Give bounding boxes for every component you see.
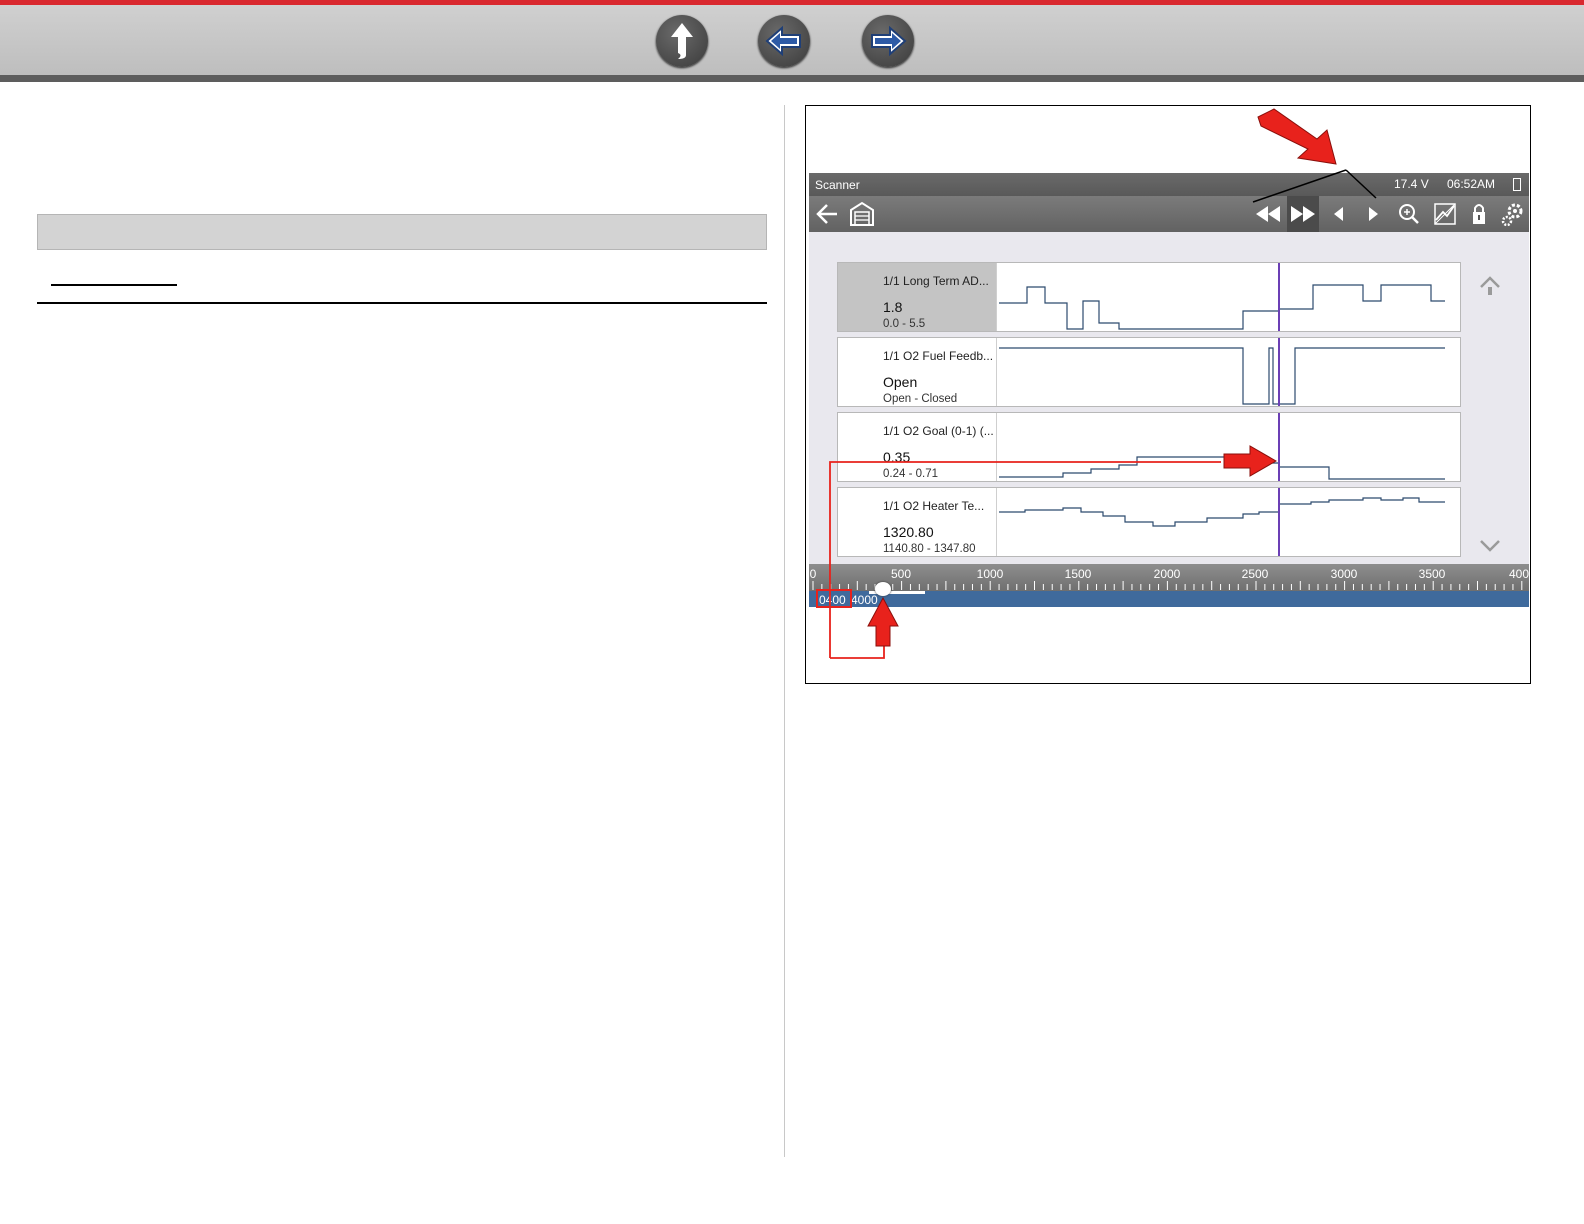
pid-label-panel: 1/1 O2 Fuel Feedb... Open Open - Closed — [838, 338, 997, 406]
voltage-readout: 17.4 V — [1394, 177, 1429, 191]
pid-row-o2-heater-temp[interactable]: 1/1 O2 Heater Te... 1320.80 1140.80 - 13… — [837, 487, 1461, 557]
pid-row-o2-fuel-feedback[interactable]: 1/1 O2 Fuel Feedb... Open Open - Closed — [837, 337, 1461, 407]
callout-connector — [830, 641, 885, 659]
status-bar: Scanner 17.4 V 06:52AM — [809, 173, 1529, 196]
zoom-button[interactable] — [1395, 196, 1423, 232]
pid-value: 0.35 — [883, 449, 911, 465]
ruler-label: 2000 — [1153, 567, 1181, 581]
step-forward-icon — [1369, 207, 1378, 221]
pid-graph — [999, 488, 1445, 556]
back-button[interactable] — [813, 196, 843, 232]
screenshot-figure: Scanner 17.4 V 06:52AM 1/1 Long Term AD.… — [805, 105, 1531, 684]
column-divider — [784, 105, 785, 1157]
accent-stripe — [0, 0, 1584, 5]
table-header-bar — [37, 214, 767, 250]
position-end-readout: 4000 — [851, 593, 878, 607]
nav-forward-button[interactable] — [862, 15, 914, 67]
ruler-label: 500 — [890, 567, 912, 581]
top-navigation-bar — [0, 0, 1584, 82]
ruler-label: 1000 — [976, 567, 1004, 581]
pid-row-long-term-adaptive[interactable]: 1/1 Long Term AD... 1.8 0.0 - 5.5 — [837, 262, 1461, 332]
pid-row-o2-goal[interactable]: 1/1 O2 Goal (0-1) (... 0.35 0.24 - 0.71 — [837, 412, 1461, 482]
pid-range: Open - Closed — [883, 393, 958, 405]
pid-name: 1/1 O2 Heater Te... — [883, 499, 985, 513]
ruler-label: 1500 — [1064, 567, 1092, 581]
fast-forward-button[interactable] — [1287, 196, 1319, 232]
graph-settings-icon — [1434, 203, 1456, 225]
position-slider-track[interactable]: 0400 4000 — [809, 591, 1529, 607]
step-forward-button[interactable] — [1361, 196, 1385, 232]
short-rule — [51, 284, 177, 286]
scroll-down-icon[interactable] — [1477, 533, 1503, 559]
right-arrow-icon — [871, 25, 907, 57]
pid-name: 1/1 O2 Fuel Feedb... — [883, 349, 994, 363]
settings-button[interactable] — [1499, 196, 1527, 232]
pid-range: 1140.80 - 1347.80 — [883, 543, 976, 555]
lock-button[interactable] — [1467, 196, 1491, 232]
scroll-up-icon[interactable] — [1477, 273, 1503, 299]
rewind-icon — [1256, 206, 1280, 222]
up-arrow-icon — [671, 23, 693, 59]
fast-forward-icon — [1291, 206, 1315, 222]
left-arrow-icon — [765, 25, 801, 57]
step-back-icon — [1334, 207, 1343, 221]
home-button[interactable] — [847, 196, 877, 232]
pid-range: 0.0 - 5.5 — [883, 318, 926, 330]
graph-settings-button[interactable] — [1431, 196, 1459, 232]
scanner-screen: Scanner 17.4 V 06:52AM 1/1 Long Term AD.… — [809, 173, 1529, 607]
ruler-label: 2500 — [1241, 567, 1269, 581]
settings-gear-icon — [1501, 203, 1523, 227]
pid-label-panel: 1/1 O2 Goal (0-1) (... 0.35 0.24 - 0.71 — [838, 413, 997, 481]
battery-icon — [1513, 178, 1521, 191]
pid-name: 1/1 Long Term AD... — [883, 274, 989, 288]
pid-graph — [999, 338, 1445, 406]
scanner-toolbar — [809, 196, 1529, 232]
ruler-label: 400 — [1508, 567, 1529, 581]
garage-home-icon — [850, 201, 874, 226]
time-ruler[interactable]: 0 500 1000 1500 2000 2500 3000 3500 400 — [809, 564, 1529, 591]
red-arrow-icon — [1257, 108, 1337, 165]
back-arrow-icon — [816, 204, 837, 224]
nav-up-button[interactable] — [656, 15, 708, 67]
pid-value: 1320.80 — [883, 524, 934, 540]
pid-name: 1/1 O2 Goal (0-1) (... — [883, 424, 994, 438]
pid-graph — [999, 413, 1445, 481]
zoom-icon — [1399, 204, 1419, 224]
pid-value: 1.8 — [883, 299, 903, 315]
pid-label-panel: 1/1 O2 Heater Te... 1320.80 1140.80 - 13… — [838, 488, 997, 556]
nav-bar-bottom-border — [0, 75, 1584, 82]
pid-label-panel: 1/1 Long Term AD... 1.8 0.0 - 5.5 — [838, 263, 997, 331]
ruler-label: 3000 — [1330, 567, 1358, 581]
rewind-button[interactable] — [1253, 196, 1283, 232]
position-start-readout: 0400 — [819, 593, 846, 607]
pid-range: 0.24 - 0.71 — [883, 468, 938, 480]
nav-back-button[interactable] — [758, 15, 810, 67]
ruler-label: 3500 — [1418, 567, 1446, 581]
pid-value: Open — [883, 374, 918, 390]
screen-title: Scanner — [815, 178, 860, 192]
step-back-button[interactable] — [1327, 196, 1351, 232]
section-rule — [37, 302, 767, 304]
pid-graph — [999, 263, 1445, 331]
ruler-label: 0 — [809, 567, 817, 581]
clock-readout: 06:52AM — [1447, 177, 1496, 191]
position-slider-knob[interactable] — [875, 582, 891, 596]
lock-icon — [1473, 204, 1485, 224]
